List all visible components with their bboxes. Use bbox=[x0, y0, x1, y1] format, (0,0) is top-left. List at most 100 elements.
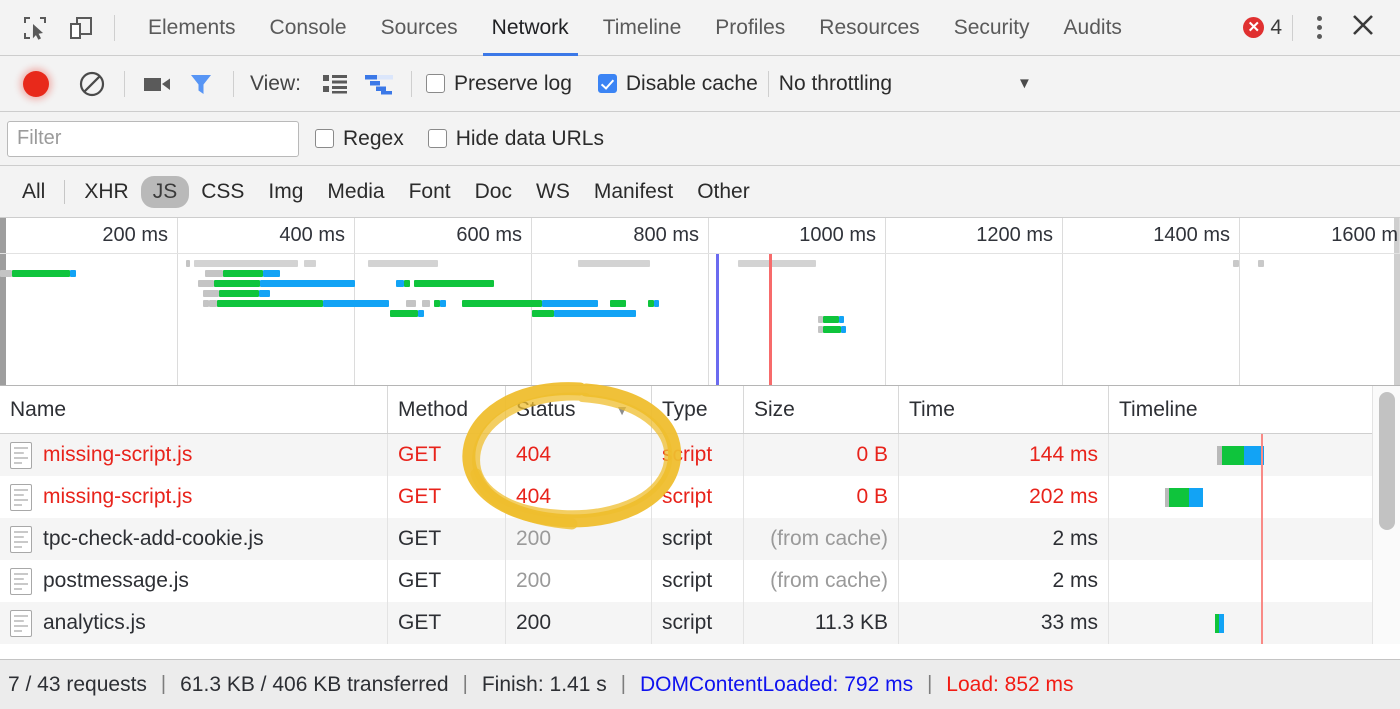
tab-timeline[interactable]: Timeline bbox=[586, 0, 699, 56]
status-separator: | bbox=[161, 673, 166, 696]
preserve-log-checkbox[interactable]: Preserve log bbox=[426, 72, 572, 96]
toolbar-divider bbox=[114, 15, 115, 41]
column-header-time[interactable]: Time bbox=[899, 386, 1109, 433]
type-filter-divider bbox=[64, 180, 65, 204]
error-badge[interactable]: ✕ 4 bbox=[1243, 16, 1282, 40]
request-time: 202 ms bbox=[899, 476, 1109, 518]
type-filter-css[interactable]: CSS bbox=[189, 176, 256, 208]
tab-network[interactable]: Network bbox=[475, 0, 586, 56]
request-timeline-bar bbox=[1109, 518, 1400, 560]
tab-audits[interactable]: Audits bbox=[1047, 0, 1139, 56]
hide-data-urls-checkbox[interactable]: Hide data URLs bbox=[428, 127, 604, 151]
request-name: postmessage.js bbox=[43, 569, 189, 593]
record-button-icon[interactable] bbox=[14, 62, 58, 106]
request-count: 7 / 43 requests bbox=[8, 673, 147, 697]
script-file-icon bbox=[10, 610, 32, 637]
tab-bar-actions: ✕ 4 bbox=[1243, 8, 1400, 47]
status-bar: 7 / 43 requests | 61.3 KB / 406 KB trans… bbox=[0, 659, 1400, 709]
clear-icon[interactable] bbox=[70, 62, 114, 106]
column-header-name[interactable]: Name bbox=[0, 386, 388, 433]
kebab-menu-icon[interactable] bbox=[1303, 8, 1336, 47]
request-type: script bbox=[652, 560, 744, 602]
ruler-tick-600: 600 ms bbox=[355, 224, 522, 247]
table-row[interactable]: postmessage.js GET 200 script (from cach… bbox=[0, 560, 1400, 602]
type-filter-other[interactable]: Other bbox=[685, 176, 762, 208]
type-filter-js[interactable]: JS bbox=[141, 176, 190, 208]
script-file-icon bbox=[10, 568, 32, 595]
column-header-status[interactable]: Status ▼ bbox=[506, 386, 652, 433]
actions-divider bbox=[1292, 15, 1293, 41]
type-filter-font[interactable]: Font bbox=[397, 176, 463, 208]
dom-content-loaded-time[interactable]: DOMContentLoaded: 792 ms bbox=[640, 673, 913, 697]
view-label: View: bbox=[250, 72, 301, 96]
request-name: missing-script.js bbox=[43, 485, 192, 509]
camera-icon[interactable] bbox=[135, 62, 179, 106]
ruler-tick-200: 200 ms bbox=[0, 224, 168, 247]
type-filter-img[interactable]: Img bbox=[256, 176, 315, 208]
preserve-log-label: Preserve log bbox=[454, 72, 572, 96]
request-time: 33 ms bbox=[899, 602, 1109, 644]
list-view-icon[interactable] bbox=[313, 62, 357, 106]
request-type: script bbox=[652, 476, 744, 518]
column-header-method[interactable]: Method bbox=[388, 386, 506, 433]
hide-data-urls-label: Hide data URLs bbox=[456, 127, 604, 151]
request-method: GET bbox=[388, 560, 506, 602]
column-header-size[interactable]: Size bbox=[744, 386, 899, 433]
scrollbar-thumb[interactable] bbox=[1379, 392, 1395, 530]
request-size: 0 B bbox=[744, 476, 899, 518]
request-method: GET bbox=[388, 518, 506, 560]
type-filter-ws[interactable]: WS bbox=[524, 176, 582, 208]
search-input[interactable] bbox=[7, 121, 299, 157]
tab-elements[interactable]: Elements bbox=[131, 0, 253, 56]
throttling-dropdown[interactable]: No throttling ▼ bbox=[779, 72, 1032, 96]
request-status: 200 bbox=[506, 602, 652, 644]
tab-resources[interactable]: Resources bbox=[802, 0, 936, 56]
ruler-tick-800: 800 ms bbox=[532, 224, 699, 247]
type-filter-manifest[interactable]: Manifest bbox=[582, 176, 685, 208]
status-separator: | bbox=[463, 673, 468, 696]
filter-funnel-icon[interactable] bbox=[179, 62, 223, 106]
close-icon[interactable] bbox=[1336, 8, 1386, 47]
network-toolbar: View: Preserve log bbox=[0, 56, 1400, 112]
regex-checkbox[interactable]: Regex bbox=[315, 127, 404, 151]
tab-console[interactable]: Console bbox=[253, 0, 364, 56]
table-row[interactable]: tpc-check-add-cookie.js GET 200 script (… bbox=[0, 518, 1400, 560]
requests-table: Name Method Status ▼ Type Size Time Time… bbox=[0, 386, 1400, 644]
tab-profiles[interactable]: Profiles bbox=[698, 0, 802, 56]
toolbar-divider-4 bbox=[768, 71, 769, 97]
status-separator: | bbox=[621, 673, 626, 696]
waterfall-view-icon[interactable] bbox=[357, 62, 401, 106]
dom-content-loaded-marker bbox=[716, 254, 719, 385]
column-header-type[interactable]: Type bbox=[652, 386, 744, 433]
load-time: Load: 852 ms bbox=[946, 673, 1073, 697]
request-time: 144 ms bbox=[899, 434, 1109, 476]
request-timeline-bar bbox=[1109, 560, 1400, 602]
type-filter-xhr[interactable]: XHR bbox=[72, 176, 140, 208]
sort-descending-icon: ▼ bbox=[615, 402, 629, 418]
script-file-icon bbox=[10, 526, 32, 553]
request-status: 200 bbox=[506, 518, 652, 560]
request-type: script bbox=[652, 518, 744, 560]
table-row[interactable]: missing-script.js GET 404 script 0 B 202… bbox=[0, 476, 1400, 518]
column-header-timeline[interactable]: Timeline bbox=[1109, 386, 1400, 433]
inspect-element-icon[interactable] bbox=[12, 6, 58, 50]
request-type: script bbox=[652, 602, 744, 644]
network-overview[interactable]: 200 ms 400 ms 600 ms 800 ms 1000 ms 1200… bbox=[0, 218, 1400, 386]
devtools-tab-bar: Elements Console Sources Network Timelin… bbox=[0, 0, 1400, 56]
script-file-icon bbox=[10, 442, 32, 469]
disable-cache-checkbox[interactable]: Disable cache bbox=[598, 72, 758, 96]
type-filter-media[interactable]: Media bbox=[315, 176, 396, 208]
table-header-row: Name Method Status ▼ Type Size Time Time… bbox=[0, 386, 1400, 434]
filter-bar: Regex Hide data URLs bbox=[0, 112, 1400, 166]
tab-security[interactable]: Security bbox=[937, 0, 1047, 56]
type-filter-doc[interactable]: Doc bbox=[463, 176, 524, 208]
device-toolbar-icon[interactable] bbox=[58, 6, 104, 50]
type-filter-all[interactable]: All bbox=[10, 176, 57, 208]
tab-sources[interactable]: Sources bbox=[364, 0, 475, 56]
table-row[interactable]: analytics.js GET 200 script 11.3 KB 33 m… bbox=[0, 602, 1400, 644]
disable-cache-box bbox=[598, 74, 617, 93]
request-name: missing-script.js bbox=[43, 443, 192, 467]
overview-ruler: 200 ms 400 ms 600 ms 800 ms 1000 ms 1200… bbox=[0, 218, 1400, 254]
table-row[interactable]: missing-script.js GET 404 script 0 B 144… bbox=[0, 434, 1400, 476]
table-scrollbar[interactable] bbox=[1372, 386, 1400, 644]
